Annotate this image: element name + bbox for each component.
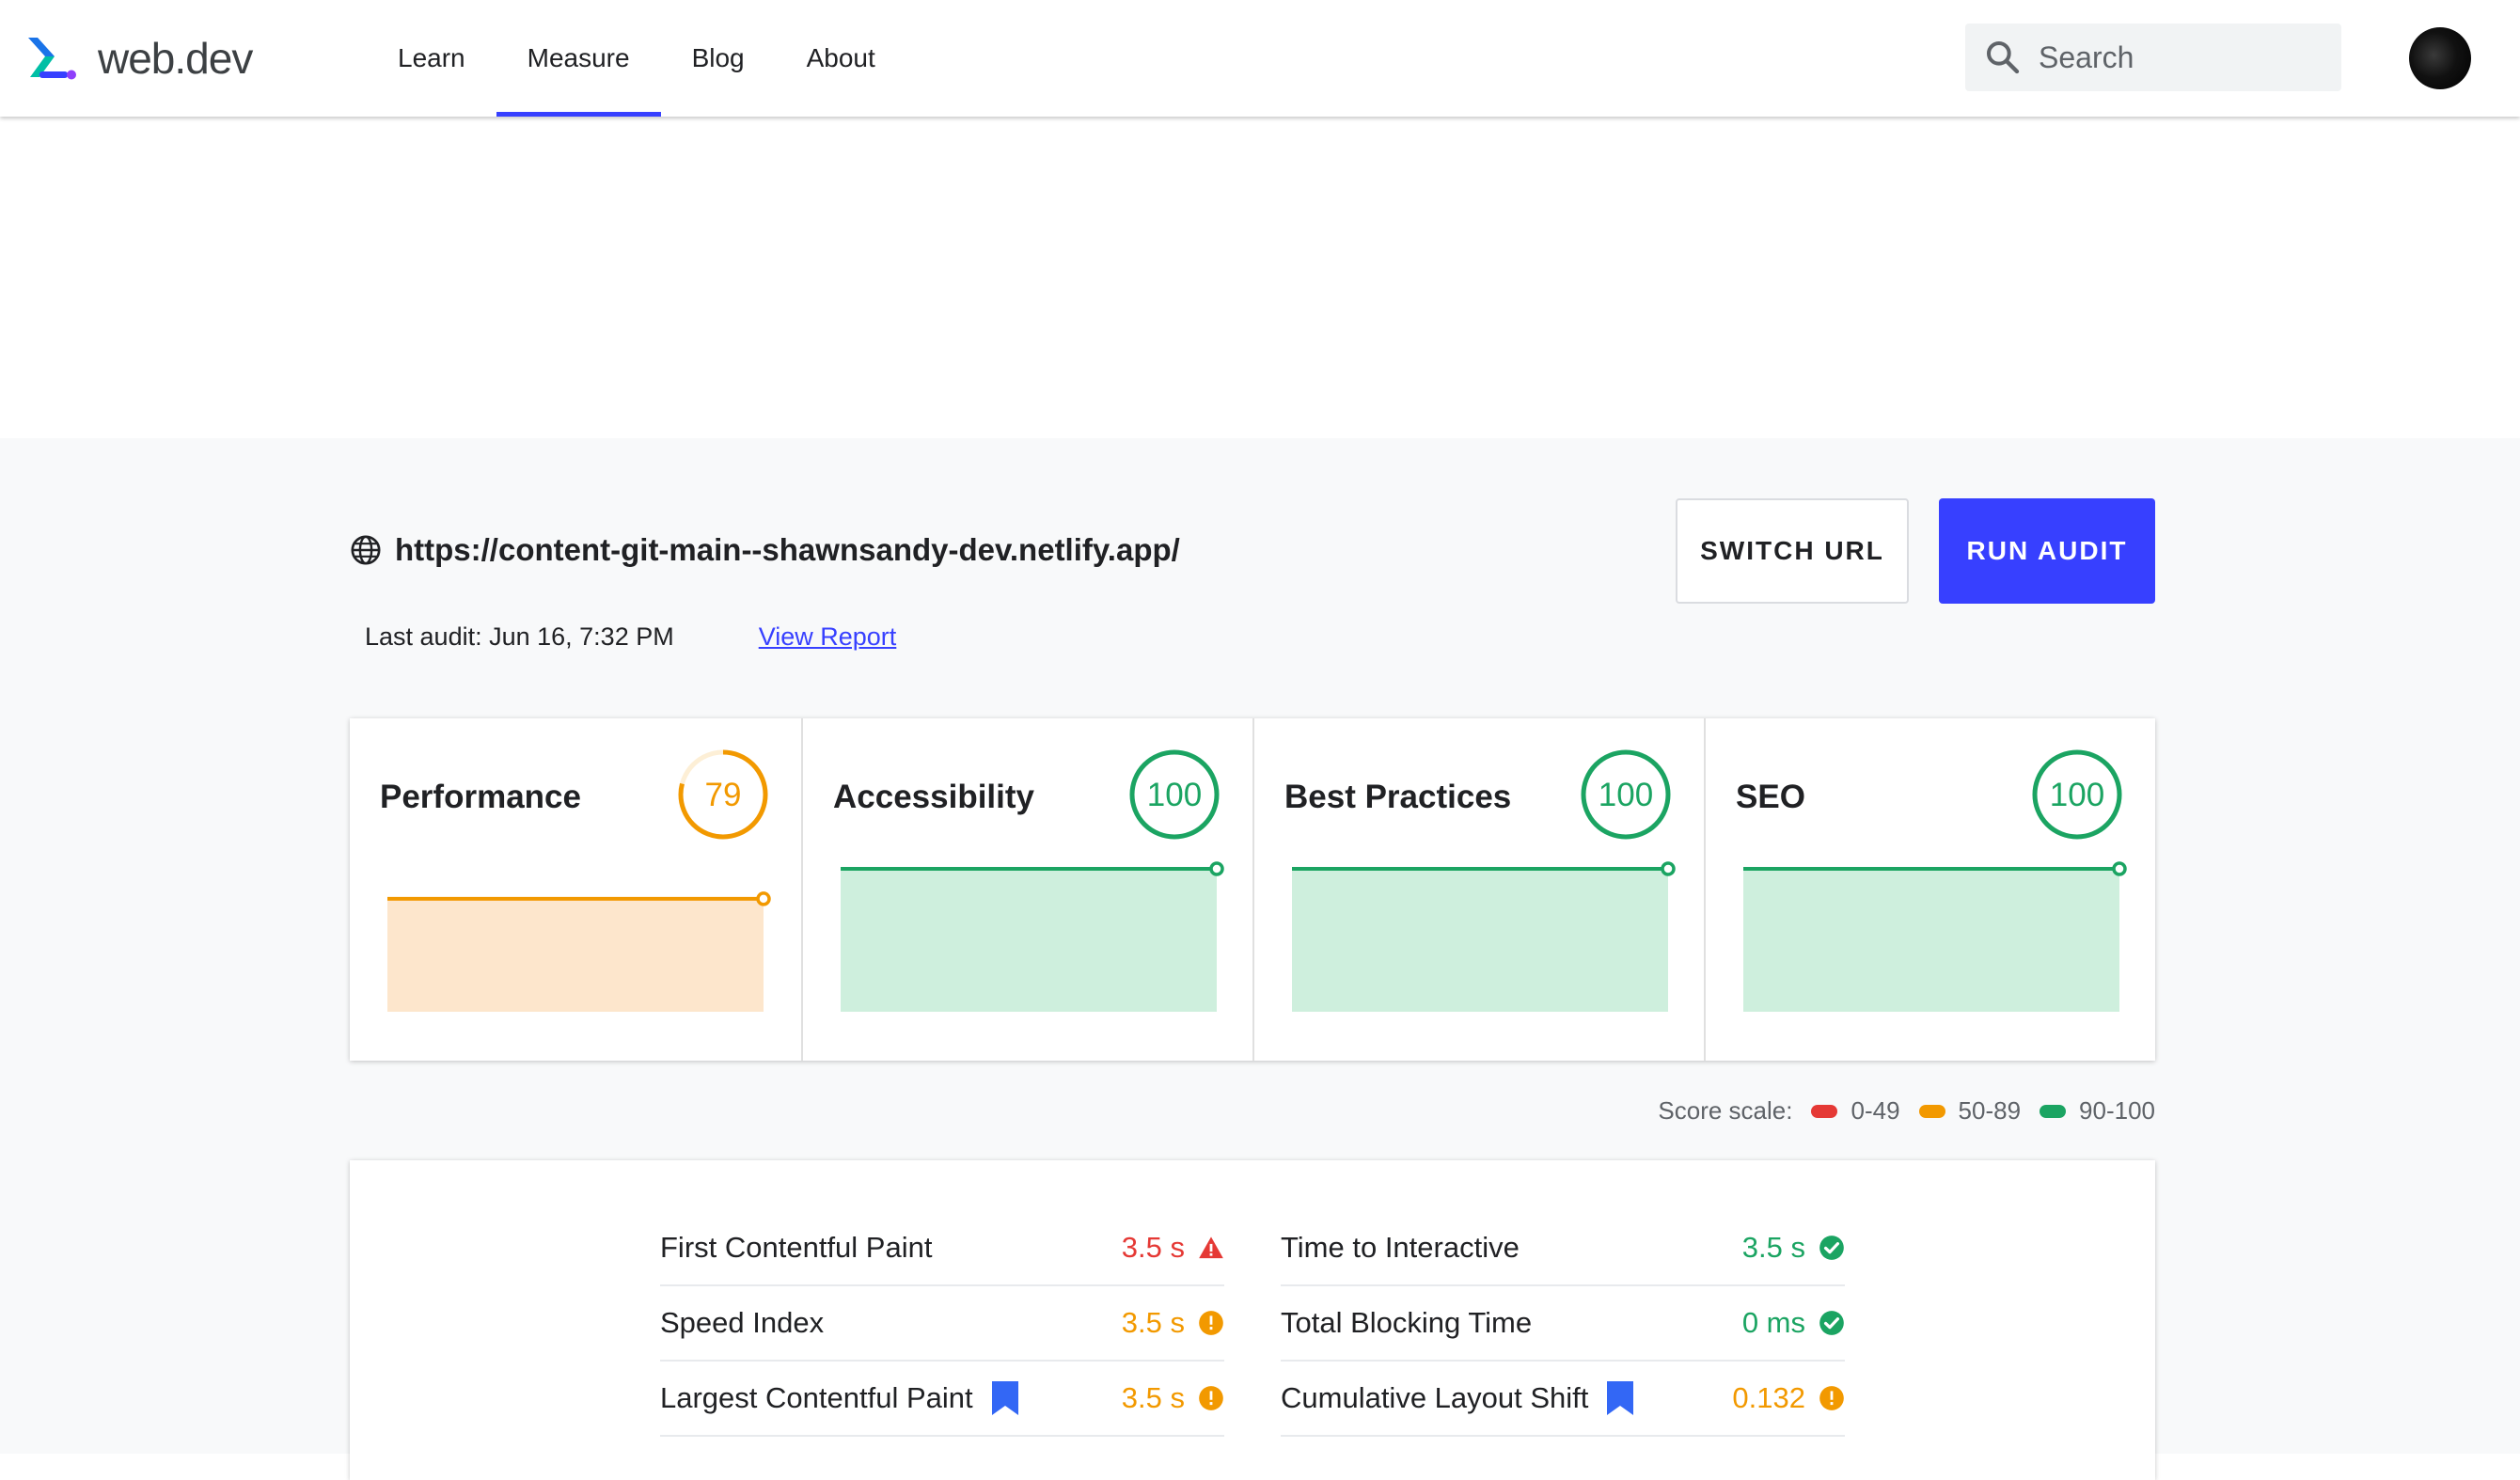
bookmark-icon bbox=[991, 1381, 1018, 1415]
metric-value: 3.5 s bbox=[1741, 1231, 1805, 1264]
score-value: 100 bbox=[1599, 777, 1653, 813]
score-gauge: 100 bbox=[1581, 749, 1671, 840]
score-history-chart bbox=[841, 861, 1224, 1012]
score-history-chart bbox=[1743, 861, 2127, 1012]
score-history-chart bbox=[1292, 861, 1676, 1012]
history-area bbox=[1292, 869, 1668, 1012]
metric-row: Cumulative Layout Shift 0.132 bbox=[1281, 1362, 1845, 1437]
history-area bbox=[387, 898, 764, 1012]
score-value: 100 bbox=[2050, 777, 2104, 813]
metric-value: 0.132 bbox=[1732, 1381, 1805, 1414]
metric-name: Largest Contentful Paint bbox=[660, 1381, 973, 1414]
search-box[interactable] bbox=[1965, 24, 2341, 91]
score-gauge: 100 bbox=[2032, 749, 2122, 840]
metrics-column-left: First Contentful Paint 3.5 s Speed Index… bbox=[660, 1211, 1224, 1437]
nav-blog[interactable]: Blog bbox=[661, 0, 776, 117]
score-value: 79 bbox=[705, 777, 742, 813]
bookmark-icon bbox=[1607, 1381, 1634, 1415]
logo-text: web.dev bbox=[98, 34, 253, 83]
score-value: 100 bbox=[1147, 777, 1202, 813]
score-card-accessibility[interactable]: Accessibility 100 bbox=[801, 718, 1252, 1061]
switch-url-button[interactable]: SWITCH URL bbox=[1676, 498, 1909, 604]
history-point[interactable] bbox=[1661, 861, 1676, 876]
history-area bbox=[1743, 869, 2119, 1012]
score-card-title: SEO bbox=[1736, 779, 1805, 815]
scale-range-label: 50-89 bbox=[1958, 1096, 2022, 1125]
metrics-panel: First Contentful Paint 3.5 s Speed Index… bbox=[350, 1160, 2155, 1480]
top-header: web.dev Learn Measure Blog About bbox=[0, 0, 2520, 117]
search-input[interactable] bbox=[2037, 39, 2323, 76]
metric-row: Largest Contentful Paint 3.5 s bbox=[660, 1362, 1224, 1437]
metric-value: 3.5 s bbox=[1121, 1306, 1185, 1339]
nav-learn[interactable]: Learn bbox=[367, 0, 496, 117]
webdev-logo-icon bbox=[28, 38, 76, 80]
metric-name: First Contentful Paint bbox=[660, 1231, 933, 1264]
main-nav: Learn Measure Blog About bbox=[367, 0, 906, 117]
run-audit-button[interactable]: RUN AUDIT bbox=[1939, 498, 2155, 604]
metric-name: Total Blocking Time bbox=[1281, 1306, 1533, 1339]
search-icon bbox=[1987, 41, 2020, 74]
metrics-column-right: Time to Interactive 3.5 s Total Blocking… bbox=[1281, 1211, 1845, 1437]
metric-value: 3.5 s bbox=[1121, 1231, 1185, 1264]
score-card-best-practices[interactable]: Best Practices 100 bbox=[1252, 718, 1704, 1061]
history-point[interactable] bbox=[2112, 861, 2127, 876]
metric-row: Time to Interactive 3.5 s bbox=[1281, 1211, 1845, 1286]
metric-row: Total Blocking Time 0 ms bbox=[1281, 1286, 1845, 1362]
scale-pill-green bbox=[2040, 1104, 2067, 1118]
metric-row: Speed Index 3.5 s bbox=[660, 1286, 1224, 1362]
scale-range-label: 0-49 bbox=[1851, 1096, 1900, 1125]
score-card-title: Performance bbox=[380, 779, 581, 815]
history-area bbox=[841, 869, 1217, 1012]
audited-url: https://content-git-main--shawnsandy-dev… bbox=[395, 532, 1180, 567]
measure-panel: https://content-git-main--shawnsandy-dev… bbox=[0, 438, 2520, 1480]
score-gauge: 79 bbox=[678, 749, 768, 840]
metric-row: First Contentful Paint 3.5 s bbox=[660, 1211, 1224, 1286]
scale-pill-red bbox=[1811, 1104, 1838, 1118]
nav-about[interactable]: About bbox=[776, 0, 906, 117]
metric-name: Time to Interactive bbox=[1281, 1231, 1520, 1264]
metric-name: Speed Index bbox=[660, 1306, 825, 1339]
scale-range-label: 90-100 bbox=[2079, 1096, 2155, 1125]
score-card-performance[interactable]: Performance 79 bbox=[350, 718, 801, 1061]
avatar[interactable] bbox=[2409, 27, 2471, 89]
score-gauge: 100 bbox=[1129, 749, 1220, 840]
logo[interactable]: web.dev bbox=[26, 30, 253, 87]
score-scale-legend: Score scale: 0-49 50-89 90-100 bbox=[1658, 1096, 2155, 1126]
score-card-title: Best Practices bbox=[1284, 779, 1512, 815]
score-card-title: Accessibility bbox=[833, 779, 1034, 815]
info-circle-icon bbox=[1819, 1386, 1844, 1410]
audited-url-row: https://content-git-main--shawnsandy-dev… bbox=[350, 532, 1180, 568]
score-scale-label: Score scale: bbox=[1658, 1096, 1793, 1125]
metric-value: 0 ms bbox=[1741, 1306, 1805, 1339]
info-circle-icon bbox=[1199, 1386, 1223, 1410]
check-circle-icon bbox=[1819, 1311, 1844, 1335]
scale-pill-orange bbox=[1918, 1104, 1945, 1118]
score-cards: Performance 79 Accessibility 100 Best Pr… bbox=[350, 718, 2155, 1061]
history-point[interactable] bbox=[1209, 861, 1224, 876]
nav-measure[interactable]: Measure bbox=[496, 0, 661, 117]
check-circle-icon bbox=[1819, 1236, 1844, 1260]
info-circle-icon bbox=[1199, 1311, 1223, 1335]
score-card-seo[interactable]: SEO 100 bbox=[1704, 718, 2155, 1061]
view-report-link[interactable]: View Report bbox=[759, 622, 897, 652]
history-point[interactable] bbox=[756, 891, 771, 906]
metric-name: Cumulative Layout Shift bbox=[1281, 1381, 1589, 1414]
score-history-chart bbox=[387, 891, 771, 1012]
last-audit-row: Last audit: Jun 16, 7:32 PM View Report bbox=[365, 622, 896, 652]
warning-triangle-icon bbox=[1199, 1236, 1223, 1259]
last-audit-text: Last audit: Jun 16, 7:32 PM bbox=[365, 622, 674, 651]
metric-value: 3.5 s bbox=[1121, 1381, 1185, 1414]
globe-icon bbox=[351, 535, 381, 565]
